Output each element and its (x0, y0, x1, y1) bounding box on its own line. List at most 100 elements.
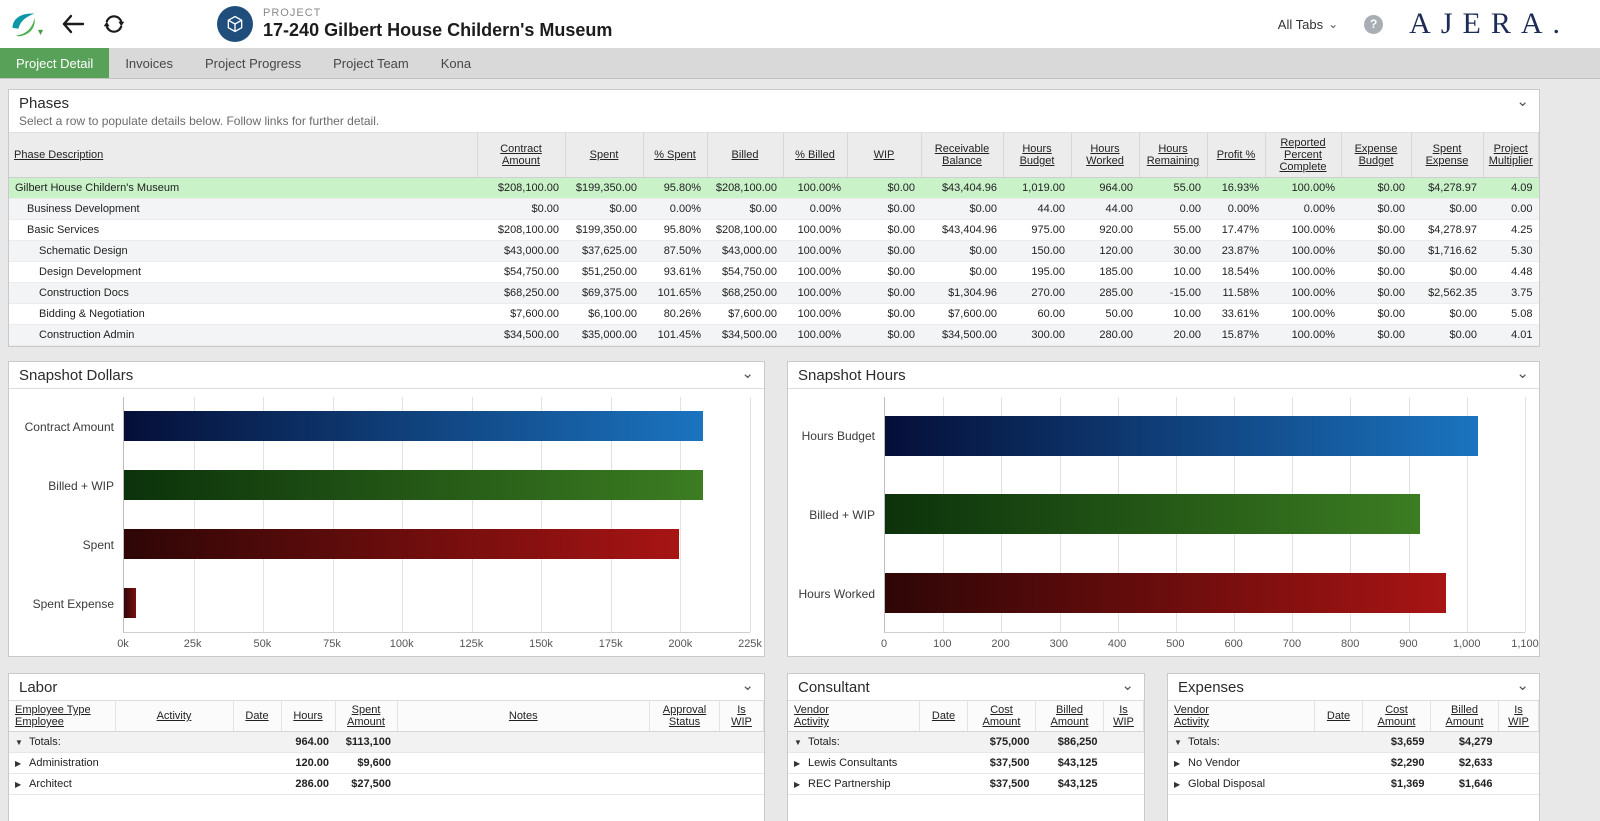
column-header[interactable]: Spent Amount (335, 701, 397, 732)
phase-row[interactable]: Construction Docs$68,250.00$69,375.00101… (9, 283, 1539, 304)
tab-kona[interactable]: Kona (425, 48, 487, 78)
phase-row[interactable]: Bidding & Negotiation$7,600.00$6,100.008… (9, 304, 1539, 325)
column-header[interactable]: Hours Remaining (1139, 133, 1207, 178)
phase-value-cell: 11.58% (1207, 283, 1265, 304)
phase-value-cell: 100.00% (1265, 178, 1341, 199)
column-header[interactable]: Employee Type Employee (9, 701, 115, 732)
column-header[interactable]: Contract Amount (477, 133, 565, 178)
refresh-icon[interactable] (103, 13, 125, 35)
phase-value-cell: 20.00 (1139, 325, 1207, 346)
phase-value-cell: $7,600.00 (707, 304, 783, 325)
expand-expander-icon[interactable]: ▶ (15, 759, 24, 768)
group-row[interactable]: ▶No Vendor$2,290$2,633 (1168, 753, 1539, 774)
column-header[interactable]: Activity (115, 701, 233, 732)
totals-row[interactable]: ▼Totals:$75,000$86,250 (788, 732, 1144, 753)
phase-value-cell: 93.61% (643, 262, 707, 283)
collapse-expander-icon[interactable]: ▼ (15, 738, 24, 747)
column-header[interactable]: Date (920, 701, 968, 732)
column-header[interactable]: Billed (707, 133, 783, 178)
collapse-chevron-icon[interactable]: ⌄ (741, 679, 754, 693)
phase-row[interactable]: Schematic Design$43,000.00$37,625.0087.5… (9, 241, 1539, 262)
column-header-label: Cost Amount (983, 704, 1021, 728)
group-row[interactable]: ▶Global Disposal$1,369$1,646 (1168, 774, 1539, 795)
group-row[interactable]: ▶REC Partnership$37,500$43,125 (788, 774, 1144, 795)
column-header[interactable]: % Billed (783, 133, 847, 178)
category-label: Hours Worked (796, 554, 884, 633)
phase-value-cell: $0.00 (1341, 178, 1411, 199)
ajera-app-icon[interactable]: ▾ (10, 11, 43, 38)
x-tick-label: 0k (117, 638, 129, 650)
column-header[interactable]: Billed Amount (1431, 701, 1499, 732)
phase-value-cell: $4,278.97 (1411, 178, 1483, 199)
tab-project-team[interactable]: Project Team (317, 48, 425, 78)
column-header[interactable]: Project Multiplier (1483, 133, 1539, 178)
column-header[interactable]: WIP (847, 133, 921, 178)
bar-slot (124, 456, 750, 515)
labor-table: Employee Type EmployeeActivityDateHoursS… (9, 701, 764, 795)
column-header[interactable]: Vendor Activity (1168, 701, 1315, 732)
column-header[interactable]: Billed Amount (1036, 701, 1104, 732)
column-header[interactable]: Cost Amount (1363, 701, 1431, 732)
collapse-expander-icon[interactable]: ▼ (794, 738, 803, 747)
column-header[interactable]: Notes (397, 701, 650, 732)
column-header[interactable]: Is WIP (1499, 701, 1539, 732)
column-header[interactable]: Hours (281, 701, 335, 732)
group-row[interactable]: ▶Lewis Consultants$37,500$43,125 (788, 753, 1144, 774)
phase-value-cell: 100.00% (1265, 262, 1341, 283)
collapse-expander-icon[interactable]: ▼ (1174, 738, 1183, 747)
row-value-cell: 120.00 (281, 753, 335, 774)
tab-project-progress[interactable]: Project Progress (189, 48, 317, 78)
phase-value-cell: 3.75 (1483, 283, 1539, 304)
column-header[interactable]: Receivable Balance (921, 133, 1003, 178)
back-arrow-icon[interactable] (61, 14, 85, 34)
row-value-cell: $27,500 (335, 774, 397, 795)
help-icon[interactable]: ? (1364, 15, 1383, 34)
column-header[interactable]: Is WIP (1104, 701, 1144, 732)
phase-description-cell: Schematic Design (9, 241, 477, 262)
expand-expander-icon[interactable]: ▶ (794, 759, 803, 768)
column-header[interactable]: Hours Worked (1071, 133, 1139, 178)
column-header[interactable]: Hours Budget (1003, 133, 1071, 178)
collapse-chevron-icon[interactable]: ⌄ (1516, 679, 1529, 693)
column-header[interactable]: Date (1315, 701, 1363, 732)
phase-value-cell: 100.00% (783, 178, 847, 199)
phase-row[interactable]: Business Development$0.00$0.000.00%$0.00… (9, 199, 1539, 220)
collapse-chevron-icon[interactable]: ⌄ (1121, 679, 1134, 693)
column-header[interactable]: Profit % (1207, 133, 1265, 178)
column-header[interactable]: % Spent (643, 133, 707, 178)
column-header[interactable]: Approval Status (650, 701, 720, 732)
column-header[interactable]: Vendor Activity (788, 701, 920, 732)
phase-value-cell: 270.00 (1003, 283, 1071, 304)
column-header[interactable]: Cost Amount (968, 701, 1036, 732)
tab-project-detail[interactable]: Project Detail (0, 48, 109, 78)
column-header[interactable]: Phase Description (9, 133, 477, 178)
collapse-chevron-icon[interactable]: ⌄ (741, 367, 754, 381)
totals-row[interactable]: ▼Totals:964.00$113,100 (9, 732, 764, 753)
phase-value-cell: $0.00 (1341, 325, 1411, 346)
tab-invoices[interactable]: Invoices (109, 48, 189, 78)
phase-row[interactable]: Construction Admin$34,500.00$35,000.0010… (9, 325, 1539, 346)
expand-expander-icon[interactable]: ▶ (15, 780, 24, 789)
totals-row[interactable]: ▼Totals:$3,659$4,279 (1168, 732, 1539, 753)
collapse-chevron-icon[interactable]: ⌄ (1516, 95, 1529, 109)
collapse-chevron-icon[interactable]: ⌄ (1516, 367, 1529, 381)
group-row[interactable]: ▶Architect286.00$27,500 (9, 774, 764, 795)
phase-row[interactable]: Gilbert House Childern's Museum$208,100.… (9, 178, 1539, 199)
column-header[interactable]: Reported Percent Complete (1265, 133, 1341, 178)
column-header[interactable]: Date (233, 701, 281, 732)
column-header[interactable]: Spent (565, 133, 643, 178)
group-row[interactable]: ▶Administration120.00$9,600 (9, 753, 764, 774)
row-label-cell: ▶Architect (9, 774, 115, 795)
expand-expander-icon[interactable]: ▶ (1174, 780, 1183, 789)
phase-row[interactable]: Basic Services$208,100.00$199,350.0095.8… (9, 220, 1539, 241)
all-tabs-dropdown[interactable]: All Tabs ⌄ (1278, 17, 1338, 32)
phase-row[interactable]: Design Development$54,750.00$51,250.0093… (9, 262, 1539, 283)
x-tick-label: 0 (881, 638, 887, 650)
column-header[interactable]: Spent Expense (1411, 133, 1483, 178)
column-header-label: Is WIP (731, 704, 752, 728)
column-header[interactable]: Expense Budget (1341, 133, 1411, 178)
column-header[interactable]: Is WIP (720, 701, 764, 732)
column-header-label: Billed Amount (1446, 704, 1484, 728)
expand-expander-icon[interactable]: ▶ (1174, 759, 1183, 768)
expand-expander-icon[interactable]: ▶ (794, 780, 803, 789)
